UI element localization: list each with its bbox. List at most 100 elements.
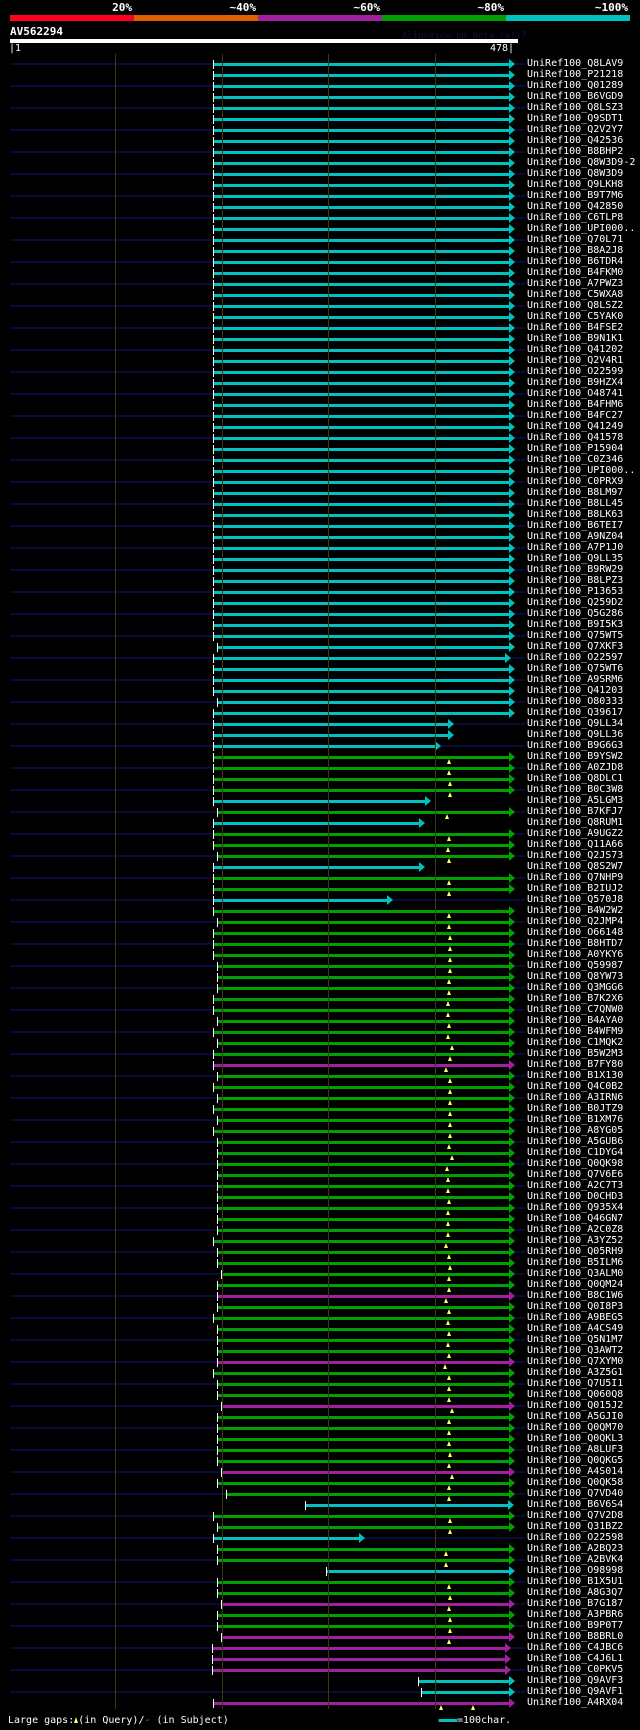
hit-label[interactable]: UniRef100_C1DYG4 <box>527 1147 623 1158</box>
hit-label[interactable]: UniRef100_Q8LSZ2 <box>527 300 623 311</box>
hit-label[interactable]: UniRef100_B6TDR4 <box>527 256 623 267</box>
hit-label[interactable]: UniRef100_A7P1J0 <box>527 542 623 553</box>
hit-label[interactable]: UniRef100_B4FC27 <box>527 410 623 421</box>
hit-label[interactable]: UniRef100_B8A2J8 <box>527 245 623 256</box>
hit-label[interactable]: UniRef100_Q7U5I1 <box>527 1378 623 1389</box>
hit-label[interactable]: UniRef100_UPI000.. <box>527 223 635 234</box>
hit-label[interactable]: UniRef100_A9BEG5 <box>527 1312 623 1323</box>
hit-label[interactable]: UniRef100_Q7V2D8 <box>527 1510 623 1521</box>
hit-label[interactable]: UniRef100_Q01289 <box>527 80 623 91</box>
hit-label[interactable]: UniRef100_Q46GN7 <box>527 1213 623 1224</box>
hit-label[interactable]: UniRef100_B0JTZ9 <box>527 1103 623 1114</box>
hit-label[interactable]: UniRef100_Q75WT6 <box>527 663 623 674</box>
hit-label[interactable]: UniRef100_Q59987 <box>527 960 623 971</box>
hit-label[interactable]: UniRef100_A3Z5G1 <box>527 1367 623 1378</box>
hit-label[interactable]: UniRef100_B7FY80 <box>527 1059 623 1070</box>
hit-label[interactable]: UniRef100_A9UGZ2 <box>527 828 623 839</box>
hit-label[interactable]: UniRef100_B1X130 <box>527 1070 623 1081</box>
hit-label[interactable]: UniRef100_B5W2M3 <box>527 1048 623 1059</box>
hit-label[interactable]: UniRef100_Q2V2Y7 <box>527 124 623 135</box>
hit-label[interactable]: UniRef100_B2IUJ2 <box>527 883 623 894</box>
hit-label[interactable]: UniRef100_A3PBR6 <box>527 1609 623 1620</box>
hit-label[interactable]: UniRef100_B6VGD9 <box>527 91 623 102</box>
hit-label[interactable]: UniRef100_Q05RH9 <box>527 1246 623 1257</box>
hit-label[interactable]: UniRef100_Q41578 <box>527 432 623 443</box>
hit-label[interactable]: UniRef100_Q41202 <box>527 344 623 355</box>
hit-label[interactable]: UniRef100_O48741 <box>527 388 623 399</box>
hit-label[interactable]: UniRef100_P13653 <box>527 586 623 597</box>
hit-label[interactable]: UniRef100_D0CHD3 <box>527 1191 623 1202</box>
hit-label[interactable]: UniRef100_B8LK63 <box>527 509 623 520</box>
hit-label[interactable]: UniRef100_Q70L71 <box>527 234 623 245</box>
hit-label[interactable]: UniRef100_Q3ALM0 <box>527 1268 623 1279</box>
hit-label[interactable]: UniRef100_A8G3Q7 <box>527 1587 623 1598</box>
hit-label[interactable]: UniRef100_B4WFM9 <box>527 1026 623 1037</box>
hit-label[interactable]: UniRef100_Q0QKG5 <box>527 1455 623 1466</box>
hit-label[interactable]: UniRef100_A4CS49 <box>527 1323 623 1334</box>
hit-label[interactable]: UniRef100_O66148 <box>527 927 623 938</box>
hit-label[interactable]: UniRef100_C4J6L1 <box>527 1653 623 1664</box>
hit-label[interactable]: UniRef100_P15904 <box>527 443 623 454</box>
hit-label[interactable]: UniRef100_B4FHM6 <box>527 399 623 410</box>
hit-label[interactable]: UniRef100_A8YG05 <box>527 1125 623 1136</box>
hit-label[interactable]: UniRef100_Q2JS73 <box>527 850 623 861</box>
hit-label[interactable]: UniRef100_B8LM97 <box>527 487 623 498</box>
hit-label[interactable]: UniRef100_Q75WT5 <box>527 630 623 641</box>
hit-label[interactable]: UniRef100_A0ZJD8 <box>527 762 623 773</box>
hit-label[interactable]: UniRef100_Q0QM24 <box>527 1279 623 1290</box>
hit-label[interactable]: UniRef100_Q7NHP9 <box>527 872 623 883</box>
hit-label[interactable]: UniRef100_C0PKV5 <box>527 1664 623 1675</box>
hit-label[interactable]: UniRef100_Q8RUM1 <box>527 817 623 828</box>
hit-label[interactable]: UniRef100_A2C0Z8 <box>527 1224 623 1235</box>
hit-label[interactable]: UniRef100_B9YSW2 <box>527 751 623 762</box>
hit-label[interactable]: UniRef100_B8LPZ3 <box>527 575 623 586</box>
hit-label[interactable]: UniRef100_Q7VD40 <box>527 1488 623 1499</box>
hit-label[interactable]: UniRef100_A9SRM6 <box>527 674 623 685</box>
hit-label[interactable]: UniRef100_Q41249 <box>527 421 623 432</box>
hit-label[interactable]: UniRef100_B8C1W6 <box>527 1290 623 1301</box>
hit-label[interactable]: UniRef100_B0C3W8 <box>527 784 623 795</box>
hit-label[interactable]: UniRef100_B5ILM6 <box>527 1257 623 1268</box>
hit-label[interactable]: UniRef100_Q9LKH8 <box>527 179 623 190</box>
hit-label[interactable]: UniRef100_A3IRN6 <box>527 1092 623 1103</box>
hit-label[interactable]: UniRef100_A5LGM3 <box>527 795 623 806</box>
hit-label[interactable]: UniRef100_Q5N1M7 <box>527 1334 623 1345</box>
hit-label[interactable]: UniRef100_Q39617 <box>527 707 623 718</box>
hit-label[interactable]: UniRef100_Q570J8 <box>527 894 623 905</box>
hit-label[interactable]: UniRef100_C4JBC6 <box>527 1642 623 1653</box>
hit-label[interactable]: UniRef100_A3YZ52 <box>527 1235 623 1246</box>
hit-label[interactable]: UniRef100_B4FSE2 <box>527 322 623 333</box>
hit-label[interactable]: UniRef100_B1X5U1 <box>527 1576 623 1587</box>
hit-label[interactable]: UniRef100_Q015J2 <box>527 1400 623 1411</box>
hit-label[interactable]: UniRef100_Q7V6E6 <box>527 1169 623 1180</box>
hit-label[interactable]: UniRef100_A8LUF3 <box>527 1444 623 1455</box>
hit-label[interactable]: UniRef100_Q8W3D9-2 <box>527 157 635 168</box>
hit-label[interactable]: UniRef100_Q2V4R1 <box>527 355 623 366</box>
hit-label[interactable]: UniRef100_A9NZ04 <box>527 531 623 542</box>
hit-label[interactable]: UniRef100_Q0QK58 <box>527 1477 623 1488</box>
hit-label[interactable]: UniRef100_A4RX04 <box>527 1697 623 1708</box>
hit-label[interactable]: UniRef100_B9RW29 <box>527 564 623 575</box>
hit-label[interactable]: UniRef100_Q42536 <box>527 135 623 146</box>
hit-label[interactable]: UniRef100_Q31BZ2 <box>527 1521 623 1532</box>
hit-label[interactable]: UniRef100_B9T7M6 <box>527 190 623 201</box>
hit-label[interactable]: UniRef100_B7KFJ7 <box>527 806 623 817</box>
hit-label[interactable]: UniRef100_Q9SDT1 <box>527 113 623 124</box>
hit-label[interactable]: UniRef100_B8LL45 <box>527 498 623 509</box>
hit-label[interactable]: UniRef100_B8HTD7 <box>527 938 623 949</box>
hit-label[interactable]: UniRef100_B6V6S4 <box>527 1499 623 1510</box>
hit-label[interactable]: UniRef100_B9N1K1 <box>527 333 623 344</box>
hit-label[interactable]: UniRef100_Q8S2W7 <box>527 861 623 872</box>
hit-label[interactable]: UniRef100_Q2JMP4 <box>527 916 623 927</box>
hit-label[interactable]: UniRef100_Q8W3D9 <box>527 168 623 179</box>
hit-label[interactable]: UniRef100_UPI000.. <box>527 465 635 476</box>
hit-label[interactable]: UniRef100_Q8LAV9 <box>527 58 623 69</box>
hit-label[interactable]: UniRef100_A2BVK4 <box>527 1554 623 1565</box>
hit-label[interactable]: UniRef100_A4S014 <box>527 1466 623 1477</box>
hit-label[interactable]: UniRef100_Q41203 <box>527 685 623 696</box>
hit-label[interactable]: UniRef100_B9I5K3 <box>527 619 623 630</box>
hit-label[interactable]: UniRef100_B8BRL0 <box>527 1631 623 1642</box>
hit-label[interactable]: UniRef100_C5YAK0 <box>527 311 623 322</box>
hit-label[interactable]: UniRef100_Q0QM70 <box>527 1422 623 1433</box>
hit-label[interactable]: UniRef100_A0YKY6 <box>527 949 623 960</box>
